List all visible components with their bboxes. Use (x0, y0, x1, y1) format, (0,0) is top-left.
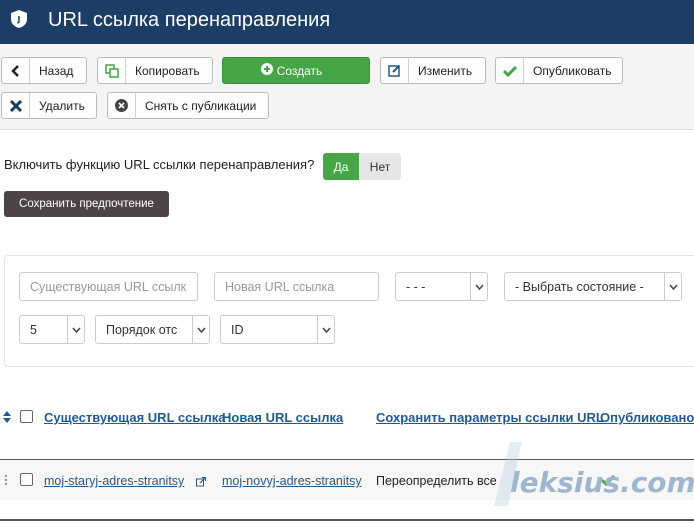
chevron-left-icon (2, 58, 30, 83)
close-icon (2, 93, 30, 118)
list-limit-select[interactable]: 5 (19, 315, 85, 344)
new-url-link[interactable]: moj-novyj-adres-stranitsy (222, 474, 362, 488)
row-checkbox[interactable] (20, 473, 33, 486)
save-params-value: Переопределить все (376, 474, 497, 488)
copy-button[interactable]: Копировать (97, 57, 213, 84)
chevron-down-icon (67, 316, 84, 343)
column-header-save-params[interactable]: Сохранить параметры ссылки URL (376, 410, 604, 425)
edit-icon (381, 58, 409, 83)
chevron-down-icon (470, 273, 487, 300)
column-header-published[interactable]: Опубликовано (600, 410, 694, 425)
toggle-yes[interactable]: Да (323, 153, 359, 180)
existing-url-link[interactable]: moj-staryj-adres-stranitsy (44, 474, 184, 488)
enable-redirect-question: Включить функцию URL ссылки перенаправле… (4, 157, 315, 172)
enable-redirect-toggle[interactable]: Да Нет (323, 153, 401, 180)
sort-icon[interactable] (3, 411, 11, 426)
chevron-down-icon (192, 316, 209, 343)
close-circle-icon (108, 93, 136, 118)
watermark-text: leksius.com (510, 466, 694, 499)
page-title: URL ссылка перенаправления (48, 9, 331, 31)
table-bottom-divider (0, 519, 694, 521)
select-all-checkbox[interactable] (20, 410, 33, 423)
chevron-down-icon (317, 316, 334, 343)
toolbar: Назад Копировать Создать Изменить Опубли… (0, 44, 694, 130)
plus-circle-icon (260, 63, 273, 78)
column-header-new-url[interactable]: Новая URL ссылка (222, 410, 343, 425)
toggle-no[interactable]: Нет (359, 153, 401, 180)
unpublish-button[interactable]: Снять с публикации (107, 92, 269, 119)
external-link-icon[interactable] (196, 475, 207, 490)
drag-handle-icon[interactable] (4, 474, 8, 489)
type-select[interactable]: - - - (395, 272, 488, 301)
edit-button[interactable]: Изменить (380, 57, 486, 84)
create-button[interactable]: Создать (222, 57, 370, 84)
order-field-select[interactable]: ID (220, 315, 335, 344)
column-header-existing-url[interactable]: Существующая URL ссылка (44, 410, 225, 425)
new-url-search-input[interactable]: Новая URL ссылка (214, 272, 379, 301)
joomla-logo-icon: J (11, 10, 27, 28)
existing-url-search-input[interactable]: Существующая URL ссылк (19, 272, 198, 301)
svg-text:J: J (17, 15, 21, 24)
page-header: J URL ссылка перенаправления (0, 0, 694, 44)
publish-button[interactable]: Опубликовать (495, 57, 623, 84)
chevron-down-icon (664, 273, 681, 300)
save-preference-button[interactable]: Сохранить предпочтение (4, 191, 169, 217)
delete-button[interactable]: Удалить (1, 92, 97, 119)
back-button[interactable]: Назад (1, 57, 87, 84)
check-icon (496, 58, 524, 83)
order-direction-select[interactable]: Порядок отс (95, 315, 210, 344)
copy-icon (98, 58, 126, 83)
state-select[interactable]: - Выбрать состояние - (504, 272, 682, 301)
